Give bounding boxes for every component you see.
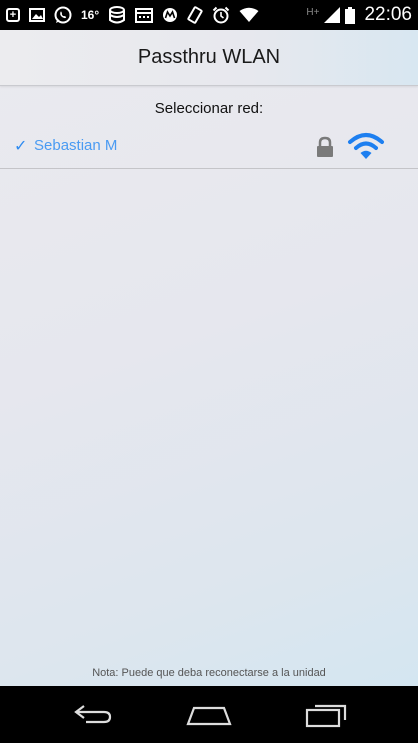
alarm-icon xyxy=(212,6,230,24)
app-screen: Passthru WLAN Seleccionar red: ✓ Sebasti… xyxy=(0,30,418,686)
temperature-label: 16° xyxy=(81,8,100,22)
network-list-item[interactable]: ✓ Sebastian M xyxy=(0,123,418,169)
home-icon[interactable] xyxy=(186,700,232,733)
signal-icon xyxy=(324,7,341,23)
status-bar: + 16° H+ 22:06 xyxy=(0,0,418,30)
recent-apps-icon[interactable] xyxy=(305,700,349,733)
whatsapp-icon xyxy=(54,6,72,24)
page-title: Passthru WLAN xyxy=(137,46,281,68)
back-icon[interactable] xyxy=(72,700,114,733)
footer-note: Nota: Puede que deba reconectarse a la u… xyxy=(92,667,326,679)
network-type-label: H+ xyxy=(306,7,320,18)
battery-icon xyxy=(345,6,356,24)
image-icon xyxy=(29,8,45,22)
wifi-status-icon xyxy=(239,7,259,23)
network-name: Sebastian M xyxy=(34,137,118,154)
selected-check-icon: ✓ xyxy=(14,137,28,155)
navigation-bar xyxy=(0,686,418,743)
motorola-icon xyxy=(162,7,178,23)
vibrate-icon xyxy=(187,6,203,24)
select-network-label: Seleccionar red: xyxy=(154,100,264,117)
clock: 22:06 xyxy=(364,4,412,25)
database-icon xyxy=(108,6,126,24)
calendar-icon xyxy=(135,7,154,23)
title-bar: Passthru WLAN xyxy=(0,30,418,86)
plus-box-icon: + xyxy=(6,8,20,22)
lock-icon xyxy=(316,136,334,158)
wifi-signal-icon xyxy=(347,132,385,160)
